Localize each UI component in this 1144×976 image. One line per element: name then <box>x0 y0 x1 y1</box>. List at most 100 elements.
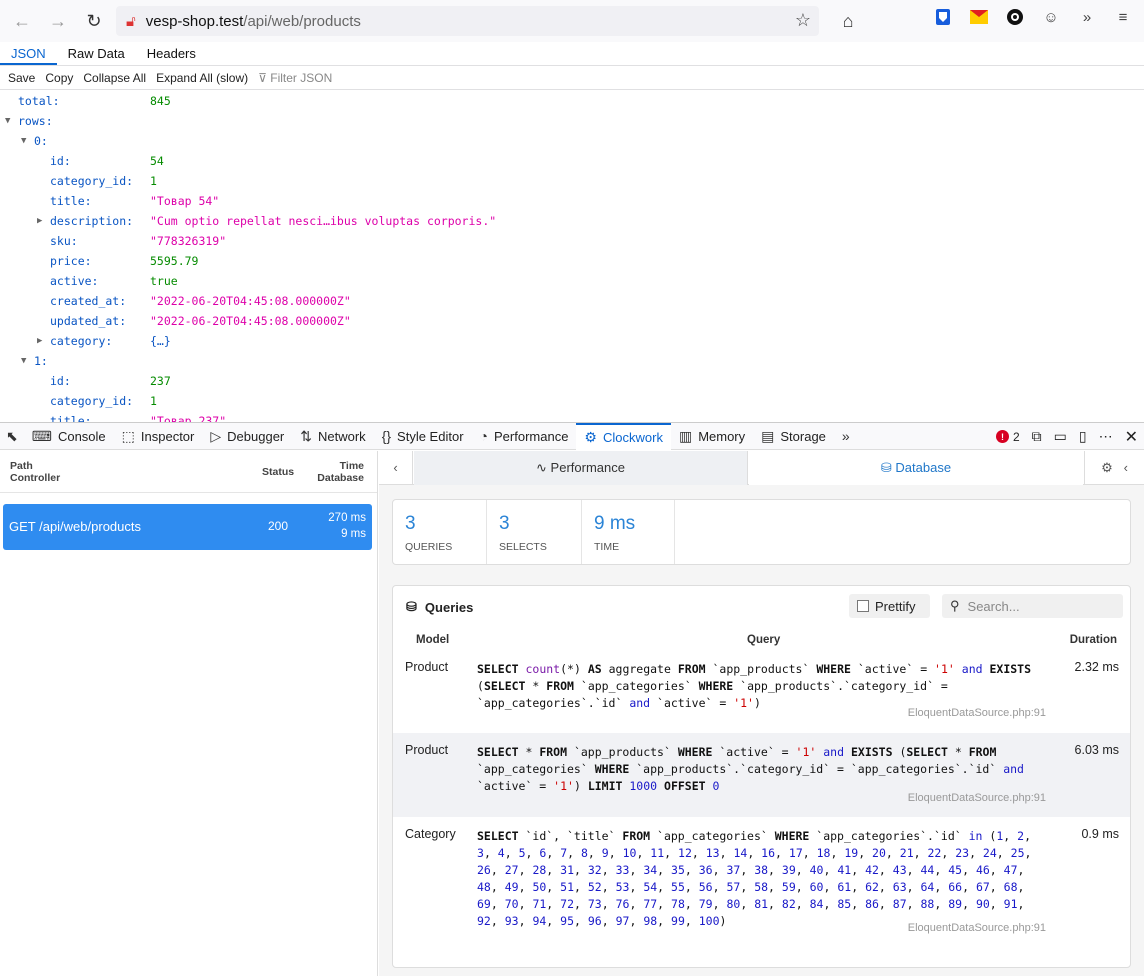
json-row: id: 237 <box>0 371 1144 391</box>
query-source-link[interactable]: EloquentDataSource.php:91 <box>908 922 1046 934</box>
collapsed-twisty-icon[interactable]: ▶ <box>37 211 42 231</box>
json-row: updated_at: "2022-06-20T04:45:08.000000Z" <box>0 311 1144 331</box>
ruler-icon[interactable]: ▭ <box>1054 428 1067 445</box>
more-panels-chevron-icon[interactable]: » <box>834 423 858 450</box>
tab-database[interactable]: ⛁ Database <box>749 451 1083 485</box>
filter-icon: ⊽ <box>258 70 271 85</box>
collapse-right-chevron-icon[interactable]: ‹ <box>1124 460 1128 475</box>
insecure-lock-icon[interactable]: 🔓︎ <box>126 13 136 30</box>
url-path: /api/web/products <box>243 12 361 30</box>
json-value: "Товар 237" <box>150 414 227 422</box>
url-bar[interactable]: 🔓︎ vesp-shop.test/api/web/products ☆ <box>116 6 819 36</box>
stat-value: 3 <box>499 513 510 534</box>
prettify-label: Prettify <box>875 598 916 614</box>
json-value: 1 <box>150 394 157 408</box>
element-picker-icon[interactable]: ⬉ <box>0 423 24 450</box>
bookmark-star-icon[interactable]: ☆ <box>795 10 811 31</box>
prettify-checkbox[interactable] <box>857 600 869 612</box>
menu-hamburger-icon[interactable]: ≡ <box>1112 6 1134 28</box>
expand-all-button[interactable]: Expand All (slow) <box>156 71 248 85</box>
dock-side-icon[interactable]: ▯ <box>1079 428 1087 445</box>
more-options-icon[interactable]: ⋯ <box>1099 428 1113 445</box>
collapse-all-button[interactable]: Collapse All <box>83 71 146 85</box>
save-button[interactable]: Save <box>8 71 35 85</box>
json-value: 237 <box>150 374 171 388</box>
request-row[interactable]: GET /api/web/products 200 270 ms 9 ms <box>3 504 372 550</box>
tab-raw-data[interactable]: Raw Data <box>57 42 136 65</box>
json-key: title: <box>50 194 92 208</box>
query-row: Category SELECT `id`, `title` FROM `app_c… <box>393 817 1130 967</box>
mail-extension-icon[interactable] <box>968 6 990 28</box>
error-count: 2 <box>1012 429 1020 444</box>
filter-json-input[interactable]: ⊽ Filter JSON <box>258 71 332 85</box>
tab-performance[interactable]: ∿ Performance <box>414 451 748 485</box>
col-status: Status <box>262 466 295 478</box>
tab-headers[interactable]: Headers <box>136 42 207 65</box>
json-key: category_id: <box>50 174 134 188</box>
tab-json[interactable]: JSON <box>0 42 57 65</box>
json-row[interactable]: ▶ description: "Cum optio repellat nesci…i… <box>0 211 1144 231</box>
responsive-design-icon[interactable]: ⧉ <box>1032 428 1042 445</box>
devtools-tab-label: Clockwork <box>602 429 663 445</box>
tracker-extension-icon[interactable] <box>1004 6 1026 28</box>
home-icon[interactable]: ⌂ <box>830 3 866 39</box>
error-count-badge[interactable]: ! 2 <box>995 429 1020 444</box>
devtools-tab-clockwork[interactable]: ⚙ Clockwork <box>576 422 671 450</box>
queries-title-label: Queries <box>424 599 474 615</box>
prettify-toggle[interactable]: Prettify <box>849 594 930 618</box>
json-row[interactable]: ▼ 0: <box>0 131 1144 151</box>
expanded-twisty-icon[interactable]: ▼ <box>5 111 10 131</box>
devtools-tab-inspector[interactable]: ⬚ Inspector <box>114 423 203 450</box>
query-sql: SELECT `id`, `title` FROM `app_categorie… <box>477 829 1039 928</box>
json-tree: total: 845 ▼ rows: ▼ 0: id: 54 category_id: 1 titl… <box>0 91 1144 422</box>
stat-label: QUERIES <box>405 541 453 553</box>
json-row[interactable]: ▶ category: {…} <box>0 331 1144 351</box>
query-model: Product <box>405 743 449 757</box>
database-icon: ⛁ <box>406 599 417 614</box>
devtools-tab-label: Storage <box>780 428 826 444</box>
json-key: updated_at: <box>50 314 127 328</box>
search-icon: ⚲ <box>950 598 960 613</box>
json-row[interactable]: ▼ 1: <box>0 351 1144 371</box>
collapsed-twisty-icon[interactable]: ▶ <box>37 331 42 351</box>
back-arrow-icon[interactable]: ← <box>4 3 40 39</box>
stat-label: SELECTS <box>499 541 547 553</box>
json-row[interactable]: ▼ rows: <box>0 111 1144 131</box>
col-path: Path <box>10 460 33 472</box>
devtools-tab-style-editor[interactable]: {} Style Editor <box>374 423 472 450</box>
devtools-tab-console[interactable]: ⌨ Console <box>24 423 114 450</box>
devtools-tab-storage[interactable]: ▤ Storage <box>753 423 834 450</box>
json-key: 0: <box>34 134 48 148</box>
collapse-left-chevron-icon[interactable]: ‹ <box>379 451 413 485</box>
query-source-link[interactable]: EloquentDataSource.php:91 <box>908 792 1046 804</box>
storage-icon: ▤ <box>761 427 775 444</box>
json-row: id: 54 <box>0 151 1144 171</box>
query-sql: SELECT * FROM `app_products` WHERE `acti… <box>477 745 1031 793</box>
close-devtools-icon[interactable]: ✕ <box>1125 427 1138 447</box>
col-duration: Duration <box>1069 634 1117 646</box>
mask-extension-icon[interactable]: ☺ <box>1040 6 1062 28</box>
reload-icon[interactable]: ↻ <box>76 3 112 39</box>
devtools-tab-debugger[interactable]: ▷ Debugger <box>202 423 292 450</box>
query-source-link[interactable]: EloquentDataSource.php:91 <box>908 707 1046 719</box>
expanded-twisty-icon[interactable]: ▼ <box>21 351 26 371</box>
devtools-tab-label: Memory <box>698 428 746 444</box>
json-key: sku: <box>50 234 78 248</box>
devtools-tab-performance[interactable]: ◔ Performance <box>472 423 577 450</box>
json-row: title: "Товар 237" <box>0 411 1144 422</box>
json-row: price: 5595.79 <box>0 251 1144 271</box>
gear-icon[interactable]: ⚙ <box>1101 460 1113 475</box>
more-tools-chevron-icon[interactable]: » <box>1076 6 1098 28</box>
json-row: active: true <box>0 271 1144 291</box>
forward-arrow-icon[interactable]: → <box>40 3 76 39</box>
devtools-tab-memory[interactable]: ▥ Memory <box>671 423 753 450</box>
expanded-twisty-icon[interactable]: ▼ <box>21 131 26 151</box>
devtools-tab-label: Debugger <box>227 428 285 444</box>
copy-button[interactable]: Copy <box>45 71 73 85</box>
devtools-tab-network[interactable]: ⇅ Network <box>292 423 373 450</box>
devtools-controls: ! 2 ⧉ ▭ ▯ ⋯ ✕ <box>995 423 1138 450</box>
json-row: total: 845 <box>0 91 1144 111</box>
search-input[interactable] <box>967 598 1108 614</box>
bitwarden-icon[interactable] <box>932 6 954 28</box>
tab-database-label: Database <box>895 460 952 475</box>
